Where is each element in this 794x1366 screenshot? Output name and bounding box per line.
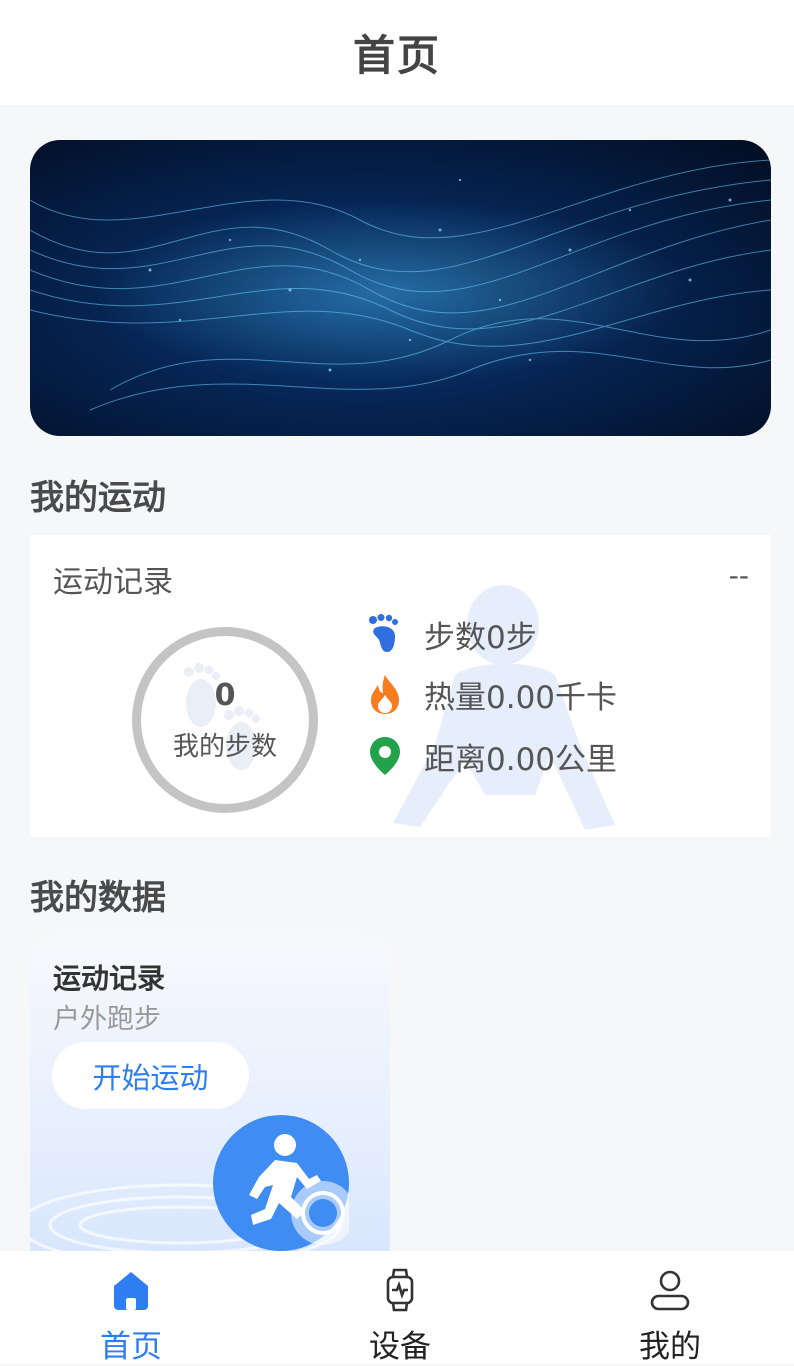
tab-device-label: 设备: [369, 1329, 431, 1365]
tab-device[interactable]: 设备: [320, 1251, 480, 1365]
stat-calories: 热量0.00千卡: [365, 672, 617, 716]
stat-distance: 距离0.00公里: [365, 734, 617, 778]
location-pin-icon: [365, 734, 405, 778]
stat-distance-text: 距离0.00公里: [424, 741, 618, 778]
particle-wave-graphic: [30, 159, 771, 411]
page-title: 首页: [352, 31, 441, 80]
start-exercise-button[interactable]: 开始运动: [52, 1042, 249, 1109]
tab-home[interactable]: 首页: [51, 1251, 211, 1365]
steps-ring: 0 我的步数: [132, 627, 318, 813]
exercise-card-title: 运动记录: [53, 962, 166, 995]
steps-value: 0: [214, 678, 236, 713]
watch-icon: [386, 1268, 414, 1312]
section-title-my-sport: 我的运动: [30, 478, 166, 518]
exercise-card[interactable]: 运动记录 户外跑步 开始运动: [30, 935, 390, 1255]
tab-mine[interactable]: 我的: [590, 1251, 750, 1365]
home-icon: [114, 1272, 148, 1310]
sport-record-card[interactable]: 运动记录 -- 0 我的步数 步数0步 热量0.00千卡 距离0.00公里: [30, 535, 771, 837]
tab-home-label: 首页: [100, 1329, 162, 1365]
stat-steps-text: 步数0步: [424, 619, 537, 656]
stat-calories-text: 热量0.00千卡: [424, 679, 618, 716]
section-title-my-data: 我的数据: [30, 878, 166, 918]
stat-steps: 步数0步: [365, 612, 537, 656]
footprint-icon: [365, 612, 405, 656]
fire-icon: [365, 672, 405, 716]
top-header: 首页: [0, 0, 794, 105]
tab-mine-label: 我的: [639, 1329, 701, 1365]
running-person-icon: [213, 1115, 349, 1251]
steps-label: 我的步数: [172, 732, 277, 762]
user-icon: [650, 1270, 690, 1311]
exercise-card-subtitle: 户外跑步: [53, 1004, 161, 1035]
banner-image[interactable]: [30, 140, 771, 436]
card-title: 运动记录: [53, 565, 173, 600]
bottom-tab-bar: 首页 设备 我的: [0, 1251, 794, 1365]
record-date: --: [728, 559, 749, 592]
